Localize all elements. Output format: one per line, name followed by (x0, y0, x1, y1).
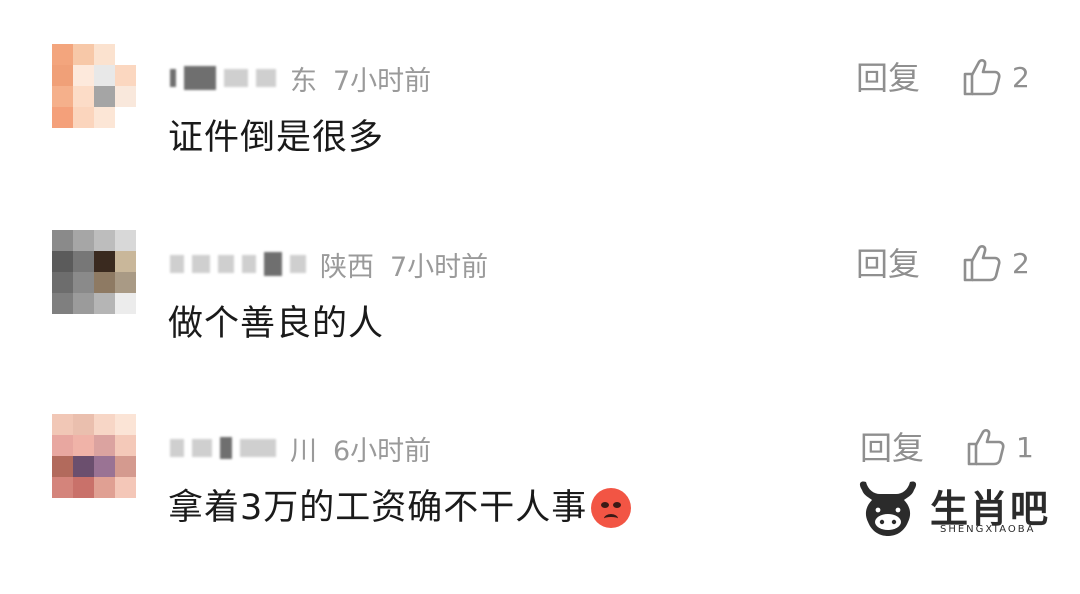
location-label: 东 (290, 65, 317, 97)
user-avatar[interactable] (52, 44, 136, 128)
blurred-username (184, 66, 216, 90)
comment-meta: 陕西 7小时前 (170, 244, 488, 284)
comment-text: 做个善良的人 (168, 302, 384, 346)
blurred-username (264, 252, 282, 276)
comment-item: 东 7小时前 回复 2 证件倒是很多 (0, 44, 1080, 224)
blurred-location (256, 69, 276, 87)
user-avatar[interactable] (52, 230, 136, 314)
comment-body: 拿着3万的工资确不干人事 (168, 488, 588, 528)
like-count: 2 (1012, 246, 1030, 280)
like-count: 2 (1012, 60, 1030, 94)
blurred-username (242, 255, 256, 273)
blurred-username (170, 255, 184, 273)
comment-body: 做个善良的人 (168, 304, 385, 344)
like-button[interactable]: 2 (962, 240, 1030, 286)
timestamp: 6小时前 (333, 435, 432, 467)
comment-meta: 川 6小时前 (170, 428, 431, 468)
like-button[interactable]: 2 (962, 54, 1030, 100)
blurred-username (192, 255, 210, 273)
blurred-username (290, 255, 306, 273)
blurred-username (192, 439, 212, 457)
user-avatar[interactable] (52, 414, 136, 498)
blurred-username (170, 69, 176, 87)
angry-face-icon (591, 488, 632, 528)
like-button[interactable]: 1 (966, 424, 1034, 470)
reply-button[interactable]: 回复 (856, 58, 920, 98)
reply-button[interactable]: 回复 (860, 428, 924, 468)
watermark-subtitle: SHENGXIAOBA (940, 524, 1036, 535)
angry-face-mouth (604, 514, 619, 523)
like-count: 1 (1016, 430, 1034, 464)
blurred-username (220, 437, 232, 459)
comment-text: 拿着3万的工资确不干人事 (168, 486, 632, 530)
blurred-username (170, 439, 184, 457)
thumbs-up-icon (963, 59, 1001, 96)
comment-meta: 东 7小时前 (170, 58, 431, 98)
comment-body: 证件倒是很多 (168, 118, 385, 158)
thumbs-up-icon (963, 245, 1001, 282)
location-label: 陕西 (320, 251, 374, 283)
timestamp: 7小时前 (333, 65, 432, 97)
blurred-username (224, 69, 248, 87)
timestamp: 7小时前 (390, 251, 489, 283)
comment-item: 陕西 7小时前 回复 2 做个善良的人 (0, 230, 1080, 410)
thumbs-up-icon (967, 429, 1005, 466)
comment-text: 证件倒是很多 (168, 116, 384, 160)
ox-logo-icon (859, 481, 917, 536)
blurred-username (218, 255, 234, 273)
watermark: 生肖吧 SHENGXIAOBA (856, 478, 1061, 542)
reply-button[interactable]: 回复 (856, 244, 920, 284)
location-label: 川 (290, 435, 317, 467)
blurred-username (240, 439, 276, 457)
